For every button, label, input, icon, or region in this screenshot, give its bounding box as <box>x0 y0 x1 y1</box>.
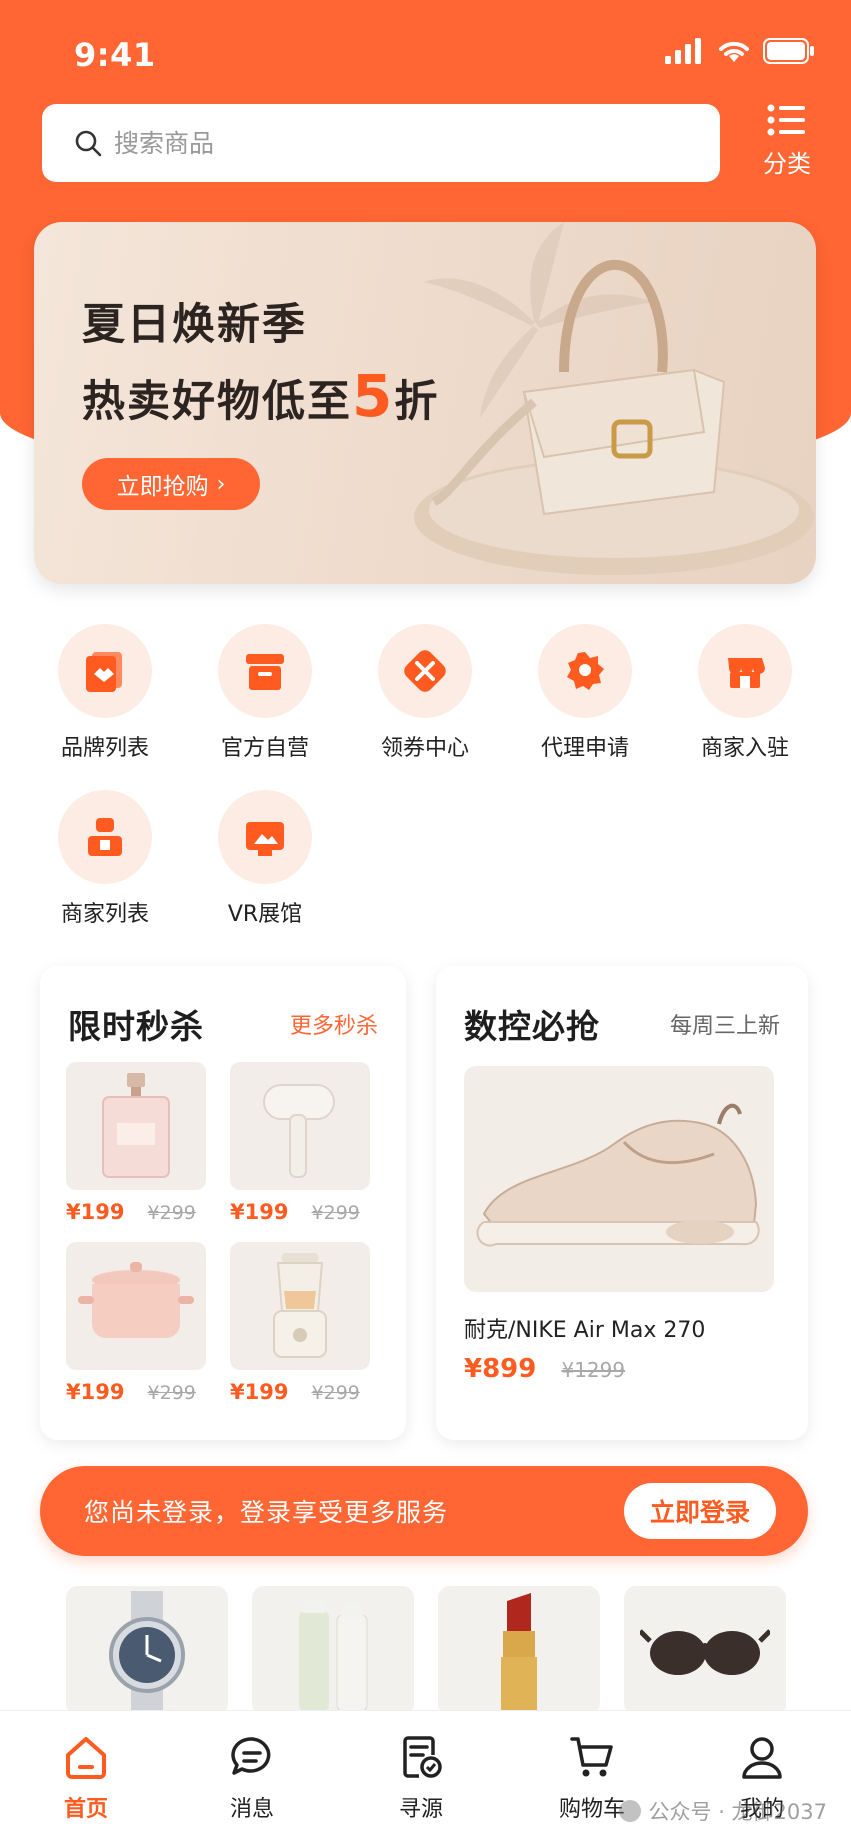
product-strip <box>40 1582 810 1712</box>
quick-nav-agent-apply[interactable]: 代理申请 <box>510 624 660 762</box>
quick-nav-label: 品牌列表 <box>60 736 149 761</box>
message-icon <box>231 1737 271 1775</box>
profile-icon <box>742 1737 782 1779</box>
quick-nav-label: 代理申请 <box>540 736 629 761</box>
quick-nav-coupon-center[interactable]: 领券中心 <box>350 624 500 762</box>
banner-title-prefix: 热卖好物低至 <box>82 377 352 427</box>
coupon-center-icon <box>404 650 446 692</box>
ceramic-pot-image <box>66 1242 206 1370</box>
perfume-image <box>66 1062 206 1190</box>
chevron-right-icon: › <box>216 471 226 497</box>
quick-nav-merchant-list[interactable]: 商家列表 <box>30 790 180 928</box>
merchant-join-icon <box>728 658 765 688</box>
original-price: ¥299 <box>311 1202 360 1224</box>
quick-nav-label: 商家列表 <box>60 902 149 927</box>
featured-product-name: 耐克/NIKE Air Max 270 <box>464 1318 706 1343</box>
tab-label: 寻源 <box>398 1797 443 1822</box>
flash-sale-card: 限时秒杀 更多秒杀 ¥199 ¥299 ¥199 ¥299 ¥199 ¥299 … <box>40 966 406 1440</box>
status-bar: 9:41 <box>0 0 851 100</box>
status-icons <box>665 38 815 64</box>
flash-sale-item[interactable]: ¥199 ¥299 <box>66 1242 206 1404</box>
featured-original-price: ¥1299 <box>561 1358 626 1382</box>
original-price: ¥299 <box>147 1382 196 1404</box>
watermark: 公众号 · 龙御2037 <box>618 1796 827 1826</box>
home-icon <box>66 1737 106 1779</box>
sale-price: ¥199 <box>230 1200 289 1224</box>
sunglasses-image[interactable] <box>624 1586 786 1712</box>
sale-price: ¥199 <box>66 1380 125 1404</box>
category-button[interactable]: 分类 <box>752 104 822 184</box>
shop-now-label: 立即抢购 <box>116 474 209 500</box>
flash-sale-item[interactable]: ¥199 ¥299 <box>66 1062 206 1224</box>
tab-messages[interactable]: 消息 <box>192 1733 312 1823</box>
flash-sale-item[interactable]: ¥199 ¥299 <box>230 1062 370 1224</box>
featured-subtitle: 每周三上新 <box>669 1014 780 1039</box>
quick-nav-label: 商家入驻 <box>700 736 789 761</box>
quick-nav-vr-hall[interactable]: VR展馆 <box>190 790 340 928</box>
search-icon <box>75 130 102 157</box>
featured-deal-card[interactable]: 数控必抢 每周三上新 耐克/NIKE Air Max 270 ¥899 ¥129… <box>436 966 808 1440</box>
hair-dryer-image <box>230 1062 370 1190</box>
flash-sale-title: 限时秒杀 <box>68 1007 204 1046</box>
agent-apply-icon <box>567 652 604 690</box>
original-price: ¥299 <box>311 1382 360 1404</box>
cart-icon <box>570 1737 613 1777</box>
promo-banner[interactable]: 夏日焕新季 热卖好物低至5折 立即抢购 › <box>34 222 816 584</box>
quick-nav-brand-list[interactable]: 品牌列表 <box>30 624 180 762</box>
wifi-icon <box>719 41 749 62</box>
sneaker-image <box>464 1066 774 1292</box>
watermark-text: 公众号 · 龙御2037 <box>648 1800 827 1824</box>
banner-title-line2: 热卖好物低至5折 <box>82 362 439 430</box>
tab-home[interactable]: 首页 <box>26 1733 146 1823</box>
shop-now-button[interactable]: 立即抢购 › <box>82 458 260 510</box>
quick-nav-label: 领券中心 <box>380 736 469 761</box>
quick-nav-label: 官方自营 <box>220 736 309 761</box>
sale-price: ¥199 <box>230 1380 289 1404</box>
merchant-list-icon <box>88 818 122 856</box>
skincare-image[interactable] <box>252 1586 414 1712</box>
featured-title: 数控必抢 <box>464 1007 600 1046</box>
tab-sourcing[interactable]: 寻源 <box>361 1733 481 1823</box>
bottom-tab-bar: 首页 消息 寻源 购物车 我的 <box>0 1710 851 1848</box>
login-prompt-text: 您尚未登录，登录享受更多服务 <box>84 1498 449 1527</box>
search-input[interactable] <box>114 128 674 158</box>
search-bar[interactable] <box>42 104 720 182</box>
wechat-icon <box>618 1800 641 1822</box>
tab-label: 首页 <box>63 1797 108 1822</box>
list-menu-icon <box>767 104 805 136</box>
banner-title-suffix: 折 <box>394 377 440 427</box>
flash-sale-item[interactable]: ¥199 ¥299 <box>230 1242 370 1404</box>
signal-icon <box>665 38 701 64</box>
vr-hall-icon <box>246 822 284 856</box>
featured-price: ¥899 <box>464 1354 537 1384</box>
tab-label: 消息 <box>229 1797 274 1822</box>
original-price: ¥299 <box>147 1202 196 1224</box>
status-time: 9:41 <box>74 36 156 74</box>
watch-image[interactable] <box>66 1586 228 1712</box>
blender-image <box>230 1242 370 1370</box>
handbag-image <box>414 259 814 575</box>
battery-icon <box>763 38 814 64</box>
banner-discount-number: 5 <box>352 362 395 430</box>
official-store-icon <box>246 654 284 690</box>
sale-price: ¥199 <box>66 1200 125 1224</box>
quick-nav-label: VR展馆 <box>227 902 303 927</box>
more-flash-sale-link[interactable]: 更多秒杀 <box>290 1008 378 1040</box>
sourcing-icon <box>403 1736 442 1778</box>
quick-nav-merchant-join[interactable]: 商家入驻 <box>670 624 820 762</box>
quick-nav-official-store[interactable]: 官方自营 <box>190 624 340 762</box>
login-prompt-bar: 您尚未登录，登录享受更多服务 立即登录 <box>40 1466 808 1556</box>
banner-title-line1: 夏日焕新季 <box>82 300 307 350</box>
lipstick-image[interactable] <box>438 1586 600 1712</box>
login-button[interactable]: 立即登录 <box>624 1483 776 1539</box>
category-label: 分类 <box>763 150 811 178</box>
brand-list-icon <box>86 652 122 692</box>
